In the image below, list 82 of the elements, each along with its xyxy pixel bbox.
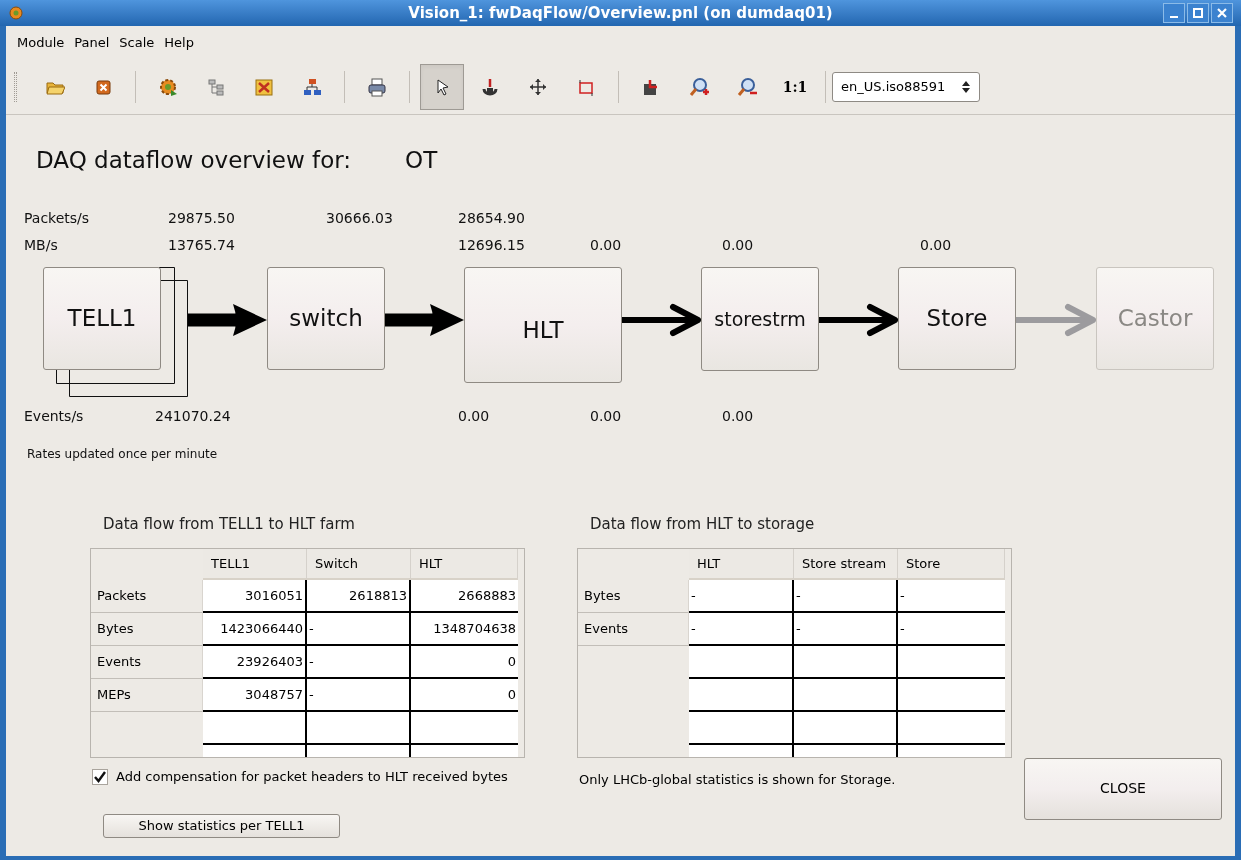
minimize-icon	[1170, 16, 1178, 18]
close-icon	[1217, 8, 1227, 18]
table-cell: 3016051	[203, 580, 307, 613]
hierarchy-icon	[302, 77, 322, 97]
rate-value: 12696.15	[458, 236, 525, 254]
printer-icon	[367, 77, 387, 97]
crossed-tile-icon	[254, 77, 274, 97]
app-logo-icon	[8, 5, 24, 21]
actual-size-button[interactable]: 1:1	[773, 64, 817, 110]
move-icon	[528, 77, 548, 97]
anchor-icon	[480, 77, 500, 97]
gear-icon	[158, 77, 178, 97]
rate-value: 0.00	[722, 407, 754, 425]
table-cell: -	[689, 613, 794, 646]
rate-value: 0.00	[722, 236, 754, 254]
table-cell: -	[898, 613, 1005, 646]
rate-value: 0.00	[920, 236, 952, 254]
table-cell: 0	[411, 646, 518, 679]
rate-value: 0.00	[458, 407, 490, 425]
table-cell: -	[307, 679, 411, 712]
flow-node[interactable]: Store	[898, 267, 1016, 370]
storage-note: Only LHCb-global statistics is shown for Storage.	[579, 771, 897, 789]
maximize-icon	[1193, 8, 1203, 18]
column-header: HLT	[689, 549, 794, 580]
rate-value: 29875.50	[168, 209, 235, 227]
rate-value: 241070.24	[155, 407, 231, 425]
encoding-dropdown[interactable]: en_US.iso88591	[832, 72, 980, 102]
close-button[interactable]: CLOSE	[1024, 757, 1222, 820]
table-title: Data flow from TELL1 to HLT farm	[103, 515, 356, 533]
flow-node[interactable]: HLT	[464, 267, 622, 383]
rate-label: Packets/s	[24, 209, 90, 227]
table-cell: 3048757	[203, 679, 307, 712]
table-cell: -	[307, 613, 411, 646]
minimize-button[interactable]	[1163, 3, 1185, 23]
table-cell: -	[794, 613, 898, 646]
column-header: HLT	[411, 549, 518, 580]
table-cell: -	[307, 646, 411, 679]
zoom-out-icon	[737, 77, 757, 97]
table-cell: 2618813	[307, 580, 411, 613]
flow-node[interactable]: switch	[267, 267, 385, 370]
rates-note: Rates updated once per minute	[27, 446, 218, 463]
column-header: Store	[898, 549, 1005, 580]
menu-item[interactable]: Panel	[69, 33, 115, 53]
rate-value: 30666.03	[326, 209, 393, 227]
overview-heading: DAQ dataflow overview for:	[36, 146, 352, 175]
checkbox-label: Add compensation for packet headers to HLT received bytes	[116, 768, 508, 786]
toolbar-grip[interactable]	[14, 72, 17, 102]
rate-label: Events/s	[24, 407, 84, 425]
table-cell: 1348704638	[411, 613, 518, 646]
table-cell: 1423066440	[203, 613, 307, 646]
rate-value: 13765.74	[168, 236, 235, 254]
rate-value: 28654.90	[458, 209, 525, 227]
table-cell: 0	[411, 679, 518, 712]
encoding-value: en_US.iso88591	[841, 78, 946, 97]
maximize-button[interactable]	[1187, 3, 1209, 23]
column-header: Switch	[307, 549, 411, 580]
table-cell: 2668883	[411, 580, 518, 613]
close-button[interactable]	[1211, 3, 1233, 23]
checkbox[interactable]	[92, 768, 108, 785]
stop-icon	[93, 77, 113, 97]
flow-node[interactable]: TELL1	[43, 267, 161, 370]
menu-item[interactable]: Scale	[114, 33, 160, 53]
menu-item[interactable]: Help	[159, 33, 199, 53]
flow-node[interactable]: storestrm	[701, 267, 819, 371]
table-cell: 23926403	[203, 646, 307, 679]
table-cell: -	[794, 580, 898, 613]
table-cell: -	[898, 580, 1005, 613]
rate-value: 0.00	[590, 407, 622, 425]
menu-item[interactable]: Module	[12, 33, 70, 53]
column-header: TELL1	[203, 549, 307, 580]
table-cell: -	[689, 580, 794, 613]
rectangle-icon	[576, 77, 596, 97]
tree-icon	[206, 77, 226, 97]
rate-label: MB/s	[24, 236, 58, 254]
rate-value: 0.00	[590, 236, 622, 254]
show-statistics-button[interactable]: Show statistics per TELL1	[103, 813, 340, 838]
table-title: Data flow from HLT to storage	[590, 515, 816, 533]
updown-arrows-icon	[961, 80, 971, 94]
zoom-in-icon	[689, 77, 709, 97]
column-header: Store stream	[794, 549, 898, 580]
subject-label: OT	[405, 146, 438, 175]
window-title: Vision_1: fwDaqFlow/Overview.pnl (on dumdaq01)	[408, 2, 833, 24]
